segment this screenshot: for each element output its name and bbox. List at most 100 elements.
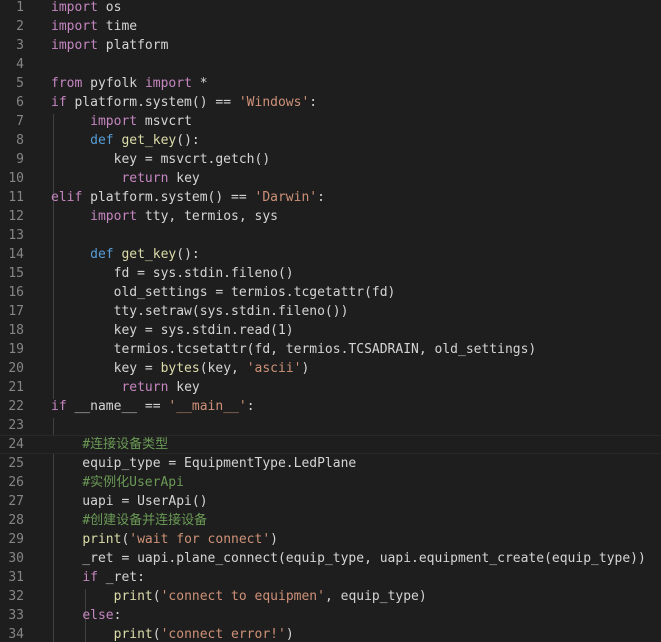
- code-line[interactable]: 7 import msvcrt: [0, 112, 661, 131]
- code-token: import: [144, 76, 192, 91]
- line-number: 11: [8, 190, 24, 205]
- line-code[interactable]: print('connect error!'): [51, 625, 294, 642]
- line-number: 28: [8, 513, 24, 528]
- line-code[interactable]: import platform: [51, 36, 168, 55]
- code-line[interactable]: 4: [0, 55, 661, 74]
- code-line[interactable]: 10 return key: [0, 169, 661, 188]
- code-token: print: [82, 532, 122, 547]
- line-code[interactable]: #实例化UserApi: [51, 473, 184, 492]
- code-line[interactable]: 1 import os: [0, 0, 661, 17]
- line-number: 33: [8, 608, 24, 623]
- code-token: _ret = uapi.plane_connect(equip_type, ua…: [51, 551, 646, 566]
- line-code[interactable]: if platform.system() == 'Windows':: [51, 93, 317, 112]
- line-code[interactable]: uapi = UserApi(): [51, 492, 207, 511]
- code-token: platform.system() ==: [82, 190, 255, 205]
- line-number: 16: [8, 285, 24, 300]
- code-line[interactable]: 17 tty.setraw(sys.stdin.fileno()): [0, 302, 661, 321]
- code-line[interactable]: 2 import time: [0, 17, 661, 36]
- code-line[interactable]: 31 if _ret:: [0, 568, 661, 587]
- code-line[interactable]: 6 if platform.system() == 'Windows':: [0, 93, 661, 112]
- line-code[interactable]: def get_key():: [51, 131, 200, 150]
- code-line[interactable]: 13: [0, 226, 661, 245]
- line-code[interactable]: key = sys.stdin.read(1): [51, 321, 294, 340]
- line-number: 15: [8, 266, 24, 281]
- line-code[interactable]: if _ret:: [51, 568, 145, 587]
- line-number: 19: [8, 342, 24, 357]
- code-line[interactable]: 18 key = sys.stdin.read(1): [0, 321, 661, 340]
- code-token: fd = sys.stdin.fileno(): [51, 266, 294, 281]
- line-code[interactable]: print('connect to equipmen', equip_type): [51, 587, 427, 606]
- code-line[interactable]: 3 import platform: [0, 36, 661, 55]
- code-line[interactable]: 24 #连接设备类型: [0, 435, 661, 454]
- code-line[interactable]: 27 uapi = UserApi(): [0, 492, 661, 511]
- line-code[interactable]: return key: [51, 378, 199, 397]
- code-line[interactable]: 26 #实例化UserApi: [0, 473, 661, 492]
- code-line[interactable]: 33 else:: [0, 606, 661, 625]
- code-line[interactable]: 12 import tty, termios, sys: [0, 207, 661, 226]
- line-code[interactable]: equip_type = EquipmentType.LedPlane: [51, 454, 356, 473]
- line-code[interactable]: old_settings = termios.tcgetattr(fd): [51, 283, 396, 302]
- code-line[interactable]: 21 return key: [0, 378, 661, 397]
- code-line[interactable]: 11 elif platform.system() == 'Darwin':: [0, 188, 661, 207]
- code-line[interactable]: 34 print('connect error!'): [0, 625, 661, 642]
- line-number: 8: [16, 133, 24, 148]
- line-code[interactable]: fd = sys.stdin.fileno(): [51, 264, 294, 283]
- line-code[interactable]: import msvcrt: [51, 112, 192, 131]
- line-code[interactable]: #创建设备并连接设备: [51, 511, 207, 530]
- line-number: 2: [16, 19, 24, 34]
- code-token: ): [301, 361, 310, 376]
- code-line[interactable]: 28 #创建设备并连接设备: [0, 511, 661, 530]
- line-code[interactable]: def get_key():: [51, 245, 200, 264]
- code-token: os: [97, 0, 122, 15]
- code-token: old_settings = termios.tcgetattr(fd): [51, 285, 396, 300]
- code-token: ():: [176, 133, 200, 148]
- code-line[interactable]: 14 def get_key():: [0, 245, 661, 264]
- code-token: 'Windows': [238, 95, 310, 110]
- line-code[interactable]: print('wait for connect'): [51, 530, 278, 549]
- line-code[interactable]: if __name__ == '__main__':: [51, 397, 255, 416]
- code-line[interactable]: 5 from pyfolk import *: [0, 74, 661, 93]
- line-code[interactable]: key = bytes(key, 'ascii'): [51, 359, 310, 378]
- code-line[interactable]: 32 print('connect to equipmen', equip_ty…: [0, 587, 661, 606]
- code-token: ): [285, 627, 294, 642]
- code-line[interactable]: 9 key = msvcrt.getch(): [0, 150, 661, 169]
- line-code[interactable]: tty.setraw(sys.stdin.fileno()): [51, 302, 349, 321]
- line-code[interactable]: import time: [51, 17, 137, 36]
- code-token: import: [51, 19, 98, 34]
- code-token: tty, termios, sys: [137, 209, 278, 224]
- code-line[interactable]: 30 _ret = uapi.plane_connect(equip_type,…: [0, 549, 661, 568]
- code-token: get_key: [121, 247, 177, 262]
- code-token: :: [113, 608, 122, 623]
- line-code[interactable]: from pyfolk import *: [51, 74, 208, 93]
- code-line[interactable]: 22 if __name__ == '__main__':: [0, 397, 661, 416]
- code-token: return: [121, 380, 169, 395]
- code-token: tty.setraw(sys.stdin.fileno()): [51, 304, 349, 319]
- line-code[interactable]: else:: [51, 606, 121, 625]
- code-token: def: [90, 133, 114, 148]
- line-code[interactable]: elif platform.system() == 'Darwin':: [51, 188, 325, 207]
- code-line[interactable]: 29 print('wait for connect'): [0, 530, 661, 549]
- line-code[interactable]: termios.tcsetattr(fd, termios.TCSADRAIN,…: [51, 340, 537, 359]
- code-token: #实例化UserApi: [82, 475, 184, 490]
- line-number: 23: [8, 418, 24, 433]
- code-line[interactable]: 23: [0, 416, 661, 435]
- line-code[interactable]: #连接设备类型: [51, 435, 168, 454]
- code-token: elif: [51, 190, 83, 205]
- code-line[interactable]: 20 key = bytes(key, 'ascii'): [0, 359, 661, 378]
- code-line[interactable]: 16 old_settings = termios.tcgetattr(fd): [0, 283, 661, 302]
- line-code[interactable]: return key: [51, 169, 199, 188]
- code-line[interactable]: 8 def get_key():: [0, 131, 661, 150]
- code-token: 'connect to equipmen': [160, 589, 325, 604]
- code-line[interactable]: 25 equip_type = EquipmentType.LedPlane: [0, 454, 661, 473]
- line-code[interactable]: _ret = uapi.plane_connect(equip_type, ua…: [51, 549, 646, 568]
- code-line[interactable]: 19 termios.tcsetattr(fd, termios.TCSADRA…: [0, 340, 661, 359]
- code-token: ): [270, 532, 278, 547]
- code-line[interactable]: 15 fd = sys.stdin.fileno(): [0, 264, 661, 283]
- line-code[interactable]: key = msvcrt.getch(): [51, 150, 271, 169]
- line-number: 26: [8, 475, 24, 490]
- code-editor[interactable]: 1 import os 2 import time 3 import platform 4 5…: [0, 0, 661, 642]
- line-code[interactable]: import os: [51, 0, 121, 17]
- line-code[interactable]: import tty, termios, sys: [51, 207, 278, 226]
